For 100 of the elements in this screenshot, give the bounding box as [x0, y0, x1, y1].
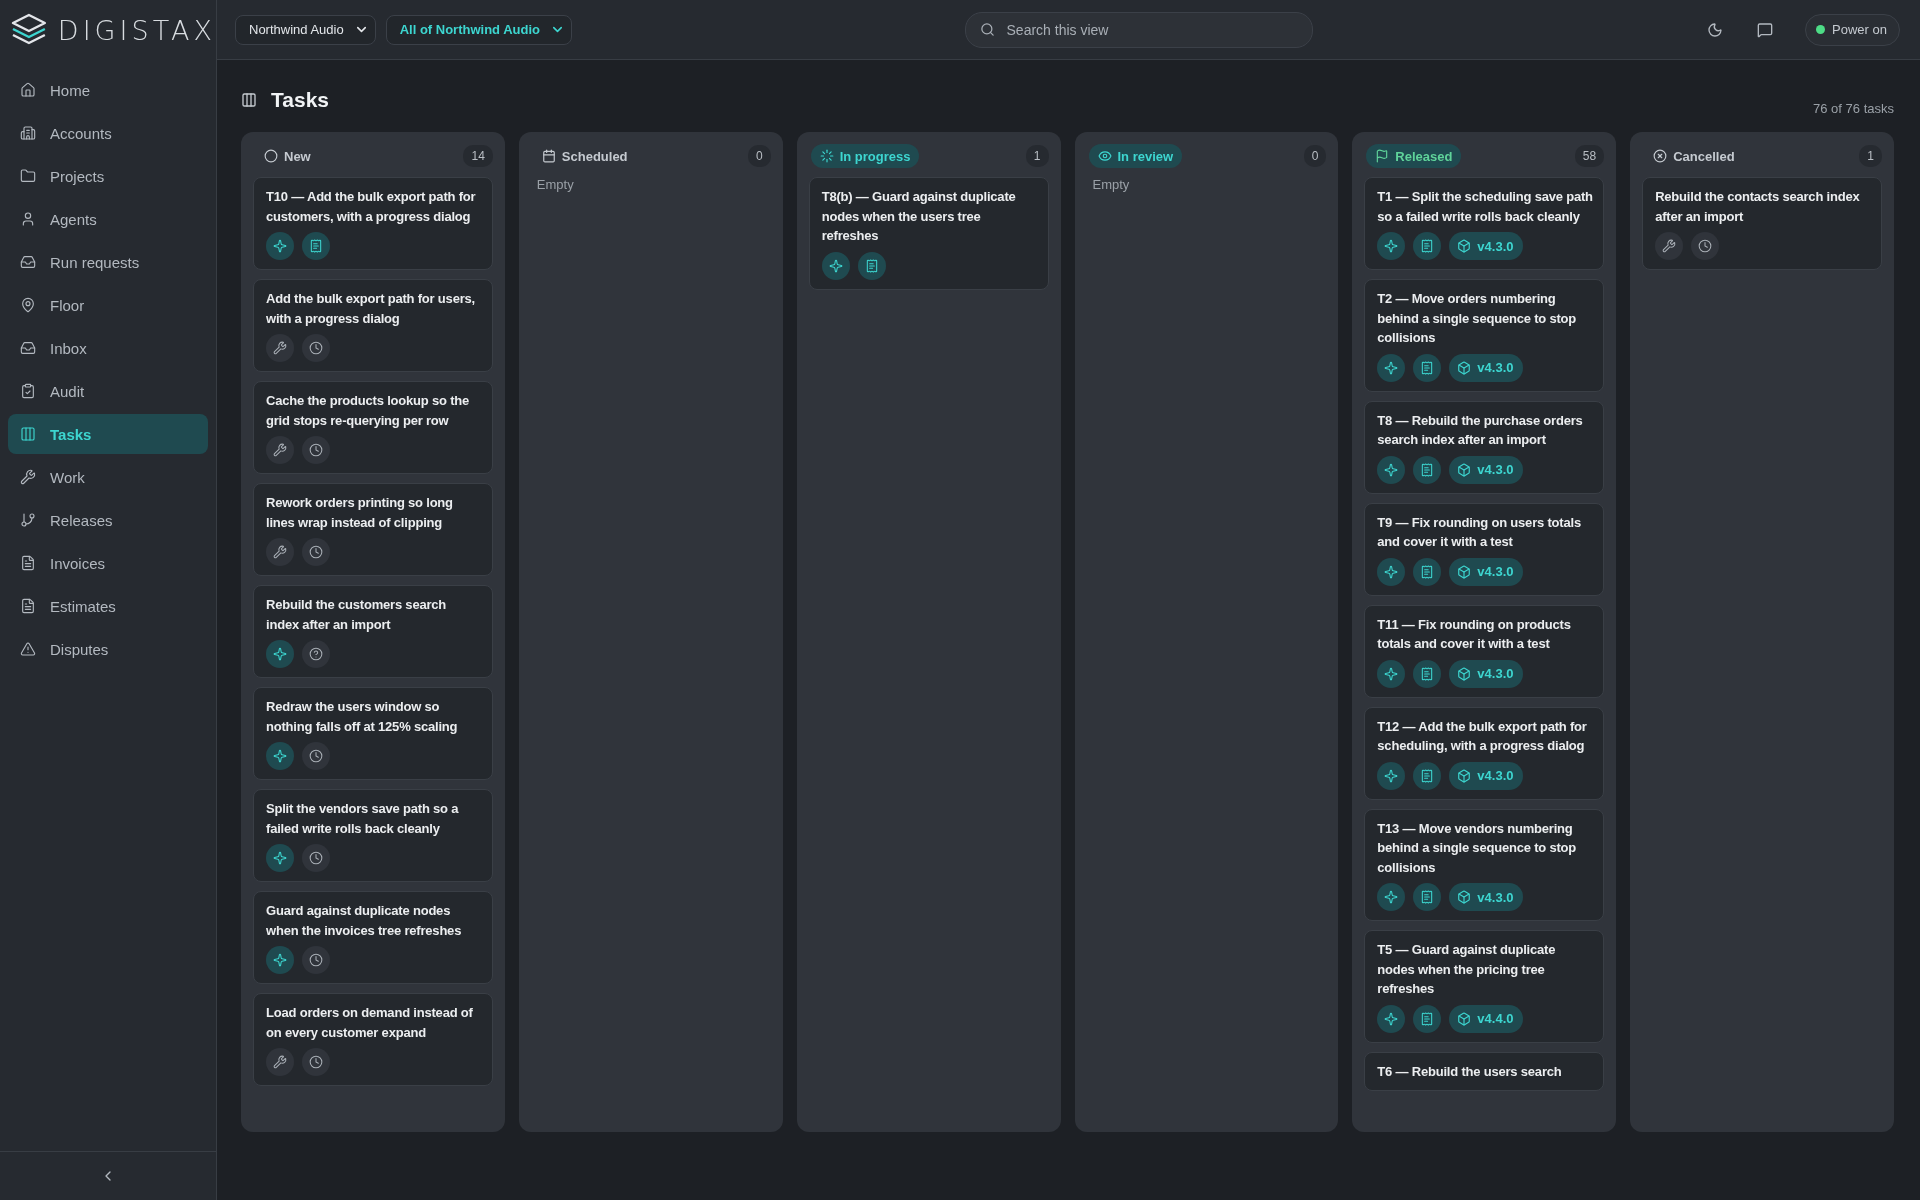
version-tag: v4.3.0: [1449, 659, 1524, 688]
status-label: New: [255, 144, 320, 168]
sparkle-icon: [266, 742, 294, 770]
document-icon: [20, 555, 36, 571]
task-card[interactable]: Redraw the users window so nothing falls off at 125% scaling: [253, 687, 493, 780]
scope-select[interactable]: All of Northwind Audio: [385, 14, 572, 45]
logo-icon: [10, 13, 48, 47]
sparkle-icon: [1377, 232, 1406, 260]
task-title: Guard against duplicate nodes when the invoices tree refreshes: [266, 902, 463, 940]
cube-icon: [1457, 462, 1472, 477]
sidebar-item[interactable]: Audit: [8, 371, 208, 411]
question-icon: [302, 640, 330, 668]
task-card[interactable]: T12 — Add the bulk export path for scheduling, with a progress dialog v4.3.0: [1364, 706, 1605, 800]
sparkle-icon: [821, 251, 850, 280]
sparkle-icon: [266, 946, 294, 974]
sidebar-item[interactable]: Floor: [8, 285, 208, 325]
task-card[interactable]: T1 — Split the scheduling save path so a failed write rolls back cleanly v4.3.0: [1364, 177, 1605, 270]
sidebar-item[interactable]: Releases: [8, 500, 208, 540]
sidebar-item[interactable]: Work: [8, 457, 208, 497]
sparkle-icon: [266, 232, 294, 260]
document-icon: [20, 598, 36, 614]
task-title: T6 — Rebuild the users search: [1377, 1062, 1563, 1081]
sparkle-icon: [1377, 353, 1406, 382]
version-tag: v4.3.0: [1449, 761, 1524, 790]
search-input[interactable]: Search this view: [1004, 20, 1298, 39]
sidebar-item[interactable]: Agents: [8, 199, 208, 239]
clock-icon: [302, 946, 330, 974]
task-title: Cache the products lookup so the grid stops re-querying per row: [266, 392, 471, 430]
task-card[interactable]: Rebuild the customers search index after an import: [253, 585, 493, 678]
wrench-icon: [1655, 232, 1684, 260]
page-title: Tasks: [271, 88, 329, 112]
folder-icon: [20, 168, 36, 184]
version-tag: v4.3.0: [1449, 353, 1524, 382]
sidebar-item[interactable]: Run requests: [8, 242, 208, 282]
task-card[interactable]: T5 — Guard against duplicate nodes when the pricing tree refreshes v4.4.0: [1364, 930, 1605, 1043]
empty-label: Empty: [535, 177, 575, 192]
sidebar-item[interactable]: Disputes: [8, 629, 208, 669]
version-tag: v4.3.0: [1449, 557, 1524, 586]
receipt-icon: [302, 232, 330, 260]
version-tag: v4.4.0: [1449, 1004, 1524, 1033]
search-field[interactable]: Search this view: [964, 11, 1313, 48]
sparkle-icon: [1377, 557, 1406, 586]
count-badge: 0: [747, 145, 771, 167]
task-card[interactable]: T8(b) — Guard against duplicate nodes when the users tree refreshes: [808, 177, 1049, 290]
task-card[interactable]: T6 — Rebuild the users search: [1364, 1051, 1605, 1091]
receipt-icon: [1413, 883, 1442, 911]
task-card[interactable]: Split the vendors save path so a failed write rolls back cleanly: [253, 789, 493, 882]
task-title: T1 — Split the scheduling save path so a failed write rolls back cleanly: [1377, 188, 1594, 226]
sidebar-item[interactable]: Estimates: [8, 586, 208, 626]
circle-x-icon: [1653, 149, 1668, 163]
task-card[interactable]: T2 — Move orders numbering behind a single sequence to stop collisions v4.3.0: [1364, 279, 1605, 392]
task-card[interactable]: T11 — Fix rounding on products totals and cover it with a test v4.3.0: [1364, 604, 1605, 698]
clock-icon: [1691, 232, 1720, 260]
clock-icon: [302, 742, 330, 770]
task-card[interactable]: Cache the products lookup so the grid stops re-querying per row: [253, 381, 493, 474]
sparkle-icon: [266, 844, 294, 872]
wrench-icon: [20, 469, 36, 485]
cube-icon: [1457, 1011, 1472, 1026]
inbox-icon: [20, 254, 36, 270]
status-label: Scheduled: [532, 144, 637, 168]
company-select[interactable]: Northwind Audio: [235, 14, 376, 45]
cube-icon: [1457, 360, 1472, 375]
sidebar-item[interactable]: Invoices: [8, 543, 208, 583]
clock-icon: [302, 436, 330, 464]
sidebar-item[interactable]: Accounts: [8, 113, 208, 153]
task-card[interactable]: T8 — Rebuild the purchase orders search index after an import v4.3.0: [1364, 400, 1605, 494]
receipt-icon: [1413, 455, 1442, 484]
receipt-icon: [1413, 659, 1442, 688]
person-icon: [20, 211, 36, 227]
task-card[interactable]: T9 — Fix rounding on users totals and cover it with a test v4.3.0: [1364, 502, 1605, 596]
task-title: T8(b) — Guard against duplicate nodes when the users tree refreshes: [821, 188, 1017, 245]
sparkle-icon: [1377, 659, 1406, 688]
task-title: Redraw the users window so nothing falls off at 125% scaling: [266, 698, 459, 736]
count-badge: 1: [1859, 145, 1882, 167]
clipboard-icon: [20, 383, 36, 399]
clock-icon: [302, 1048, 330, 1076]
columns-icon: [20, 426, 36, 442]
task-card[interactable]: Load orders on demand instead of on every customer expand: [253, 993, 493, 1086]
power-button[interactable]: Power on: [1805, 13, 1900, 46]
circle-icon: [264, 149, 278, 163]
branch-icon: [20, 512, 36, 528]
brand-name: DIGISTAX: [57, 14, 216, 46]
task-card[interactable]: Rework orders printing so long lines wrap instead of clipping: [253, 483, 493, 576]
cube-icon: [1457, 666, 1472, 681]
inbox-icon: [20, 340, 36, 356]
sidebar-item[interactable]: Inbox: [8, 328, 208, 368]
task-card[interactable]: Add the bulk export path for users, with a progress dialog: [253, 279, 493, 372]
sidebar-item[interactable]: Tasks: [8, 414, 208, 454]
task-card[interactable]: Guard against duplicate nodes when the invoices tree refreshes: [253, 891, 493, 984]
task-card[interactable]: Rebuild the contacts search index after an import: [1642, 177, 1882, 270]
sidebar-item[interactable]: Projects: [8, 156, 208, 196]
clock-icon: [302, 334, 330, 362]
cube-icon: [1457, 890, 1472, 904]
wrench-icon: [266, 436, 294, 464]
sidebar-item[interactable]: Home: [8, 70, 208, 110]
task-card[interactable]: T13 — Move vendors numbering behind a single sequence to stop collisions v4.3.0: [1364, 808, 1605, 921]
version-tag: v4.3.0: [1449, 455, 1524, 484]
search-icon: [979, 22, 995, 37]
task-card[interactable]: T10 — Add the bulk export path for customers, with a progress dialog: [253, 177, 493, 270]
task-title: Add the bulk export path for users, with a progress dialog: [266, 290, 476, 328]
